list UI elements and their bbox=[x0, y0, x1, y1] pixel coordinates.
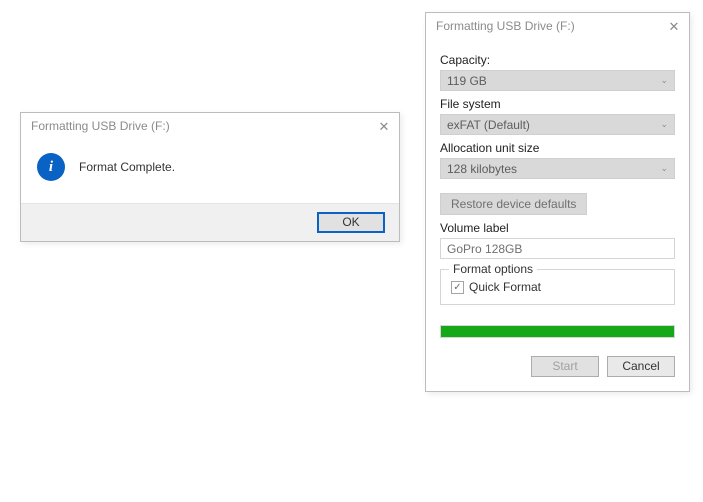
filesystem-value: exFAT (Default) bbox=[447, 118, 530, 132]
progress-fill bbox=[441, 326, 674, 337]
allocation-value: 128 kilobytes bbox=[447, 162, 517, 176]
format-complete-dialog: Formatting USB Drive (F:) ✕ i Format Com… bbox=[20, 112, 400, 242]
volume-label-label: Volume label bbox=[440, 221, 675, 235]
volume-label-input[interactable]: GoPro 128GB bbox=[440, 238, 675, 259]
quick-format-label: Quick Format bbox=[469, 280, 541, 294]
titlebar[interactable]: Formatting USB Drive (F:) ✕ bbox=[426, 13, 689, 39]
dialog-body: i Format Complete. bbox=[21, 139, 399, 203]
progress-bar bbox=[440, 325, 675, 338]
format-options-group: Format options ✓ Quick Format bbox=[440, 269, 675, 305]
dialog-footer: Start Cancel bbox=[440, 356, 675, 377]
capacity-select[interactable]: 119 GB ⌄ bbox=[440, 70, 675, 91]
start-button[interactable]: Start bbox=[531, 356, 599, 377]
capacity-value: 119 GB bbox=[447, 74, 487, 88]
dialog-title: Formatting USB Drive (F:) bbox=[31, 119, 170, 133]
dialog-title: Formatting USB Drive (F:) bbox=[436, 19, 575, 33]
info-icon: i bbox=[37, 153, 65, 181]
quick-format-checkbox[interactable]: ✓ bbox=[451, 281, 464, 294]
dialog-content: Capacity: 119 GB ⌄ File system exFAT (De… bbox=[426, 39, 689, 391]
dialog-footer: OK bbox=[21, 203, 399, 241]
titlebar[interactable]: Formatting USB Drive (F:) ✕ bbox=[21, 113, 399, 139]
restore-defaults-button[interactable]: Restore device defaults bbox=[440, 193, 587, 215]
ok-button[interactable]: OK bbox=[317, 212, 385, 233]
volume-label-value: GoPro 128GB bbox=[447, 242, 522, 256]
chevron-down-icon: ⌄ bbox=[660, 75, 668, 86]
chevron-down-icon: ⌄ bbox=[660, 163, 668, 174]
filesystem-label: File system bbox=[440, 97, 675, 111]
close-icon[interactable]: ✕ bbox=[667, 20, 681, 33]
restore-wrap: Restore device defaults bbox=[440, 193, 675, 215]
allocation-label: Allocation unit size bbox=[440, 141, 675, 155]
chevron-down-icon: ⌄ bbox=[660, 119, 668, 130]
filesystem-select[interactable]: exFAT (Default) ⌄ bbox=[440, 114, 675, 135]
close-icon[interactable]: ✕ bbox=[377, 120, 391, 133]
cancel-button[interactable]: Cancel bbox=[607, 356, 675, 377]
capacity-label: Capacity: bbox=[440, 53, 675, 67]
format-dialog: Formatting USB Drive (F:) ✕ Capacity: 11… bbox=[425, 12, 690, 392]
allocation-select[interactable]: 128 kilobytes ⌄ bbox=[440, 158, 675, 179]
quick-format-row[interactable]: ✓ Quick Format bbox=[451, 280, 664, 294]
format-options-legend: Format options bbox=[449, 262, 537, 276]
message-text: Format Complete. bbox=[79, 160, 175, 174]
